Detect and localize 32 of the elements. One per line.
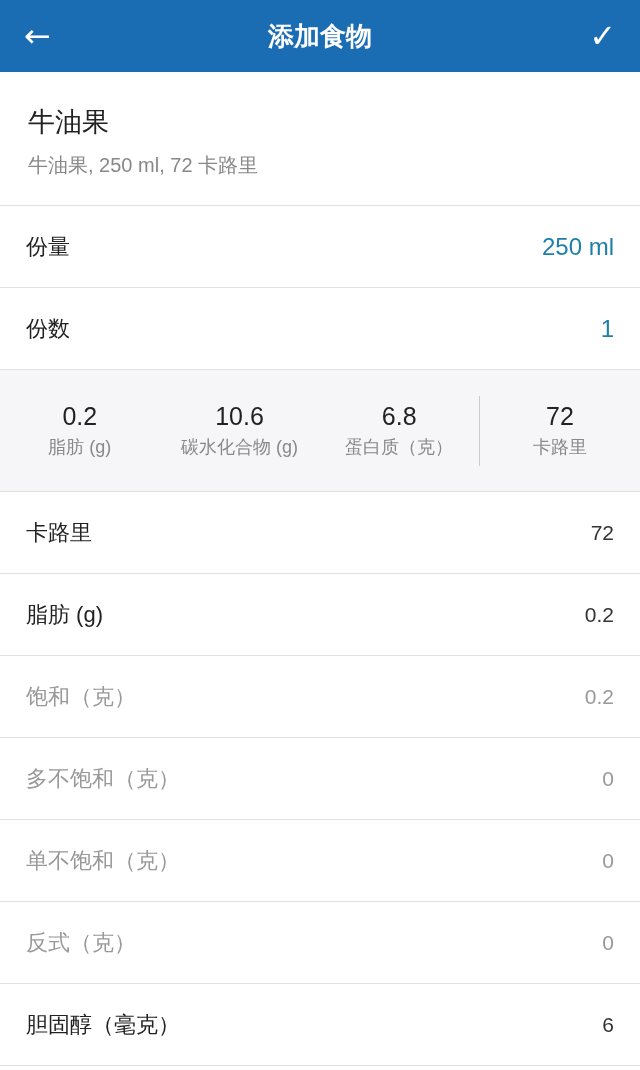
- nutrient-label: 饱和（克）: [26, 682, 136, 711]
- calorie-label: 卡路里: [533, 436, 587, 459]
- page-title: 添加食物: [268, 19, 372, 53]
- macro-label: 碳水化合物 (g): [181, 436, 298, 459]
- nutrient-value: 72: [590, 520, 614, 545]
- confirm-button[interactable]: ✓: [589, 20, 616, 52]
- macro-value: 10.6: [215, 402, 264, 431]
- setting-label: 份数: [26, 314, 70, 343]
- food-name: 牛油果: [28, 106, 109, 139]
- nutrient-value: 0: [602, 766, 614, 791]
- nutrient-value: 0.2: [584, 684, 614, 709]
- food-description: 牛油果, 250 ml, 72 卡路里: [28, 153, 259, 178]
- nutrient-label: 单不饱和（克）: [26, 846, 180, 875]
- back-button[interactable]: ←: [24, 20, 51, 52]
- macro-label: 蛋白质（克）: [345, 436, 454, 459]
- setting-row[interactable]: 份量 250 ml: [0, 206, 640, 288]
- calorie-value: 72: [546, 402, 574, 431]
- nutrient-label: 卡路里: [26, 518, 92, 547]
- setting-value: 250 ml: [541, 232, 614, 261]
- nutrient-value: 0: [602, 930, 614, 955]
- macro-value: 0.2: [62, 402, 98, 431]
- nutrient-label: 多不饱和（克）: [26, 764, 180, 793]
- nutrient-value: 6: [602, 1012, 614, 1037]
- nutrient-label: 脂肪 (g): [26, 600, 103, 629]
- macro-label: 脂肪 (g): [48, 436, 112, 459]
- nutrient-label: 胆固醇（毫克）: [26, 1010, 180, 1039]
- setting-label: 份量: [26, 232, 70, 261]
- setting-value: 1: [600, 314, 614, 343]
- nutrient-label: 反式（克）: [26, 928, 136, 957]
- nutrient-value: 0: [602, 848, 614, 873]
- nutrient-value: 0.2: [584, 602, 614, 627]
- macro-value: 6.8: [381, 402, 417, 431]
